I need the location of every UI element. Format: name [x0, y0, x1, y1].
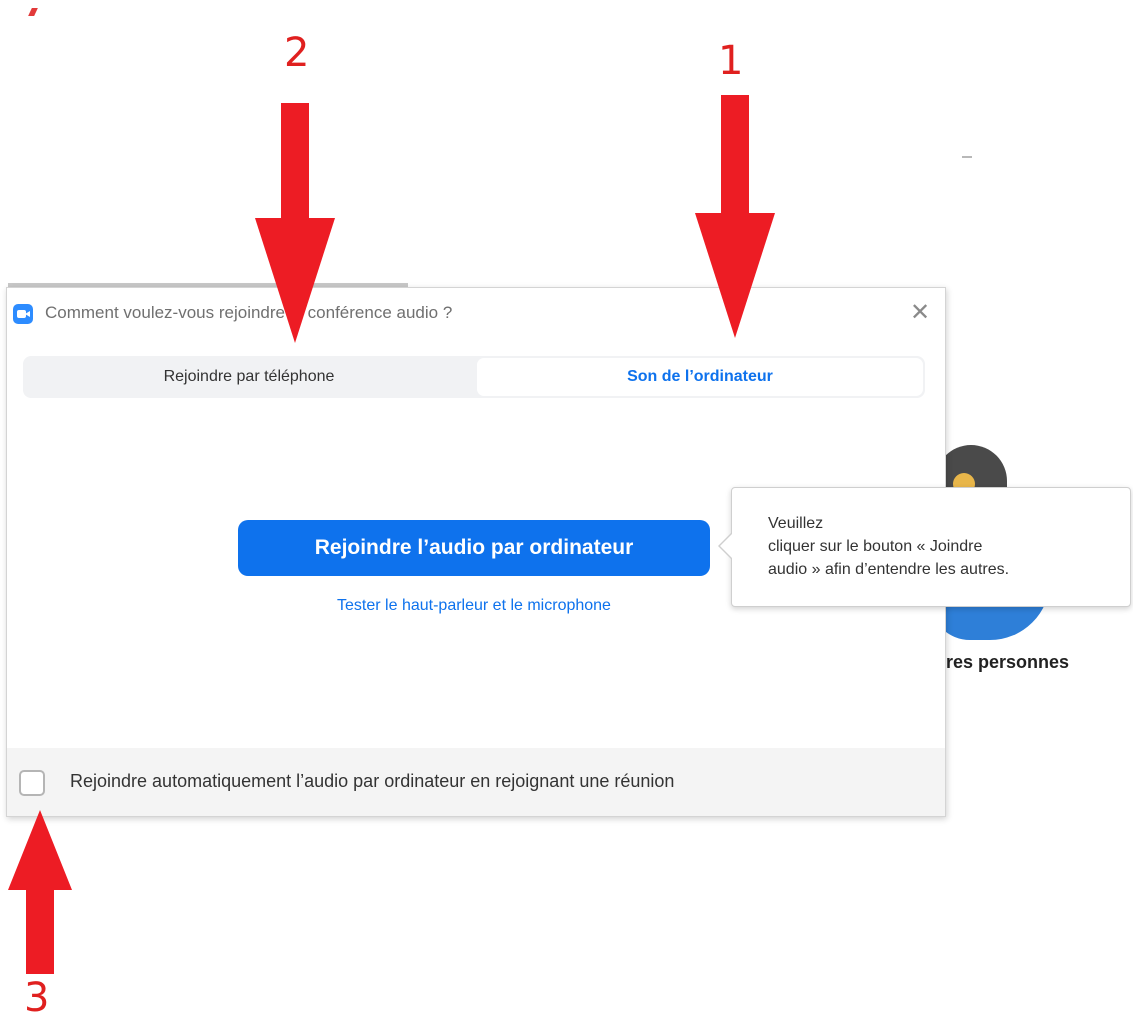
annotation-arrow-down-2: [255, 103, 335, 343]
test-speaker-microphone-link[interactable]: Tester le haut-parleur et le microphone: [238, 597, 710, 615]
background-dash: [962, 156, 972, 158]
annotation-arrow-up-3: [8, 810, 72, 975]
close-icon[interactable]: ✕: [907, 300, 933, 326]
annotation-number-3: 3: [24, 975, 50, 1021]
tooltip-pointer-fill: [720, 533, 733, 559]
background-label: tres personnes: [940, 652, 1070, 672]
annotation-number-1: 1: [718, 38, 744, 84]
auto-join-audio-checkbox[interactable]: [19, 770, 45, 796]
zoom-camera-icon: [13, 304, 33, 324]
dialog-footer: Rejoindre automatiquement l’audio par or…: [7, 748, 945, 816]
join-audio-tooltip: Veuillez cliquer sur le bouton « Joindre…: [718, 487, 1131, 607]
dialog-titlebar: Comment voulez-vous rejoindre la confére…: [7, 288, 945, 338]
tooltip-line-3: audio » afin d’entendre les autres.: [768, 561, 1010, 578]
audio-mode-tabs: Rejoindre par téléphone Son de l’ordinat…: [23, 356, 925, 398]
tooltip-text: Veuillez cliquer sur le bouton « Joindre…: [768, 512, 1009, 581]
background-mark: [28, 8, 38, 16]
tab-computer-audio[interactable]: Son de l’ordinateur: [477, 358, 923, 396]
dialog-title: Comment voulez-vous rejoindre la confére…: [45, 303, 453, 322]
annotation-arrow-down-1: [695, 95, 775, 340]
tab-phone[interactable]: Rejoindre par téléphone: [23, 356, 475, 398]
auto-join-audio-label[interactable]: Rejoindre automatiquement l’audio par or…: [70, 771, 674, 792]
tooltip-line-2: cliquer sur le bouton « Joindre: [768, 538, 983, 555]
annotation-number-2: 2: [284, 30, 310, 76]
tooltip-line-1: Veuillez: [768, 515, 824, 532]
join-computer-audio-button[interactable]: Rejoindre l’audio par ordinateur: [238, 520, 710, 576]
